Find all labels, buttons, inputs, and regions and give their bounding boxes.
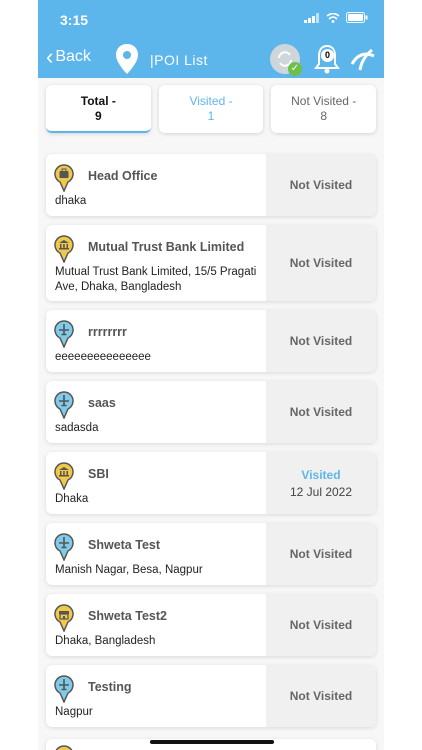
back-button[interactable]: ‹ Back [46,44,91,69]
poi-status-label: Not Visited [289,178,353,192]
chevron-left-icon: ‹ [46,44,54,69]
poi-card-head-office[interactable]: Head Office dhaka Not Visited [46,154,376,216]
status-icons [304,12,368,23]
tab-not-visited[interactable]: Not Visited - 8 [271,85,377,133]
poi-status: Visited 12 Jul 2022 [266,452,376,514]
briefcase-pin-icon [55,745,73,750]
app-header: 3:15 ‹ Back |POI List ✓ 0 [38,0,384,78]
notification-count-badge: 0 [321,49,334,62]
tab-visited-count: 1 [207,109,215,123]
poi-name: SBI [88,467,109,481]
poi-info: Shweta Test Manish Nagar, Besa, Nagpur [46,523,266,585]
poi-info: SBI Dhaka [46,452,266,514]
poi-card-mutual-trust-bank[interactable]: Mutual Trust Bank Limited Mutual Trust B… [46,225,376,301]
poi-name: Head Office [88,169,158,183]
brand-logo-icon [350,48,375,71]
poi-address: sadasda [55,422,99,434]
poi-card-rrrrrrrr[interactable]: rrrrrrrr eeeeeeeeeeeeeee Not Visited [46,310,376,372]
poi-name: rrrrrrrr [88,325,127,339]
poi-info: Head Office dhaka [46,154,266,216]
poi-pin-icon [116,44,138,74]
tab-total-count: 9 [94,109,102,123]
poi-card-shweta-test2[interactable]: Shweta Test2 Dhaka, Bangladesh Not Visit… [46,594,376,656]
filter-tabs: Total - 9 Visited - 1 Not Visited - 8 [46,85,377,133]
poi-status: Not Visited [266,154,376,216]
poi-status: Not Visited [266,310,376,372]
poi-info: Shweta Test2 Dhaka, Bangladesh [46,594,266,656]
poi-name: Shweta Test [88,538,161,552]
poi-status: Not Visited [266,594,376,656]
tab-not-visited-count: 8 [320,109,328,123]
poi-status: Not Visited [266,381,376,443]
tab-total[interactable]: Total - 9 [46,85,151,133]
sync-done-icon: ✓ [288,62,302,76]
back-label: Back [55,48,91,65]
plane-pin-icon [54,675,74,703]
poi-status-label: Not Visited [289,618,353,632]
bank-pin-icon [54,462,74,490]
poi-status: Not Visited [266,225,376,301]
poi-card-sbi[interactable]: SBI Dhaka Visited 12 Jul 2022 [46,452,376,514]
poi-status: Not Visited [266,665,376,727]
poi-info: saas sadasda [46,381,266,443]
poi-status-label: Not Visited [289,689,353,703]
poi-address: Dhaka, Bangladesh [55,635,156,647]
tab-not-visited-label: Not Visited - [291,94,357,108]
poi-info: rrrrrrrr eeeeeeeeeeeeeee [46,310,266,372]
poi-status-label: Visited [301,467,341,482]
poi-visit-date: 12 Jul 2022 [289,484,353,499]
shop-pin-icon [54,604,74,632]
plane-pin-icon [54,533,74,561]
tab-visited-label: Visited - [189,94,233,108]
poi-card-saas[interactable]: saas sadasda Not Visited [46,381,376,443]
home-indicator[interactable] [150,740,274,744]
bank-pin-icon [54,235,74,263]
poi-address: eeeeeeeeeeeeeee [55,351,151,363]
poi-status-label: Not Visited [289,334,353,348]
battery-icon [346,12,368,23]
poi-status: Not Visited [266,523,376,585]
phone-screen: 3:15 ‹ Back |POI List ✓ 0 Total - 9 Visi… [38,0,384,750]
poi-info: Mutual Trust Bank Limited Mutual Trust B… [46,225,266,301]
tab-visited[interactable]: Visited - 1 [158,85,264,133]
poi-address: Dhaka [55,493,89,505]
plane-pin-icon [54,391,74,419]
poi-card-testing[interactable]: Testing Nagpur Not Visited [46,665,376,727]
poi-name: saas [88,396,116,410]
plane-pin-icon [54,320,74,348]
poi-status-label: Not Visited [289,405,353,419]
signal-icon [304,12,319,23]
poi-status-label: Not Visited [289,547,353,561]
poi-status-label: Not Visited [289,256,353,270]
poi-card-shweta-test[interactable]: Shweta Test Manish Nagar, Besa, Nagpur N… [46,523,376,585]
poi-address: Mutual Trust Bank Limited, 15/5 Pragati … [55,266,257,293]
poi-address: Manish Nagar, Besa, Nagpur [55,564,203,576]
poi-address: dhaka [55,195,87,207]
poi-name: Testing [88,680,132,694]
tab-total-label: Total - [80,94,116,108]
briefcase-pin-icon [54,164,74,192]
wifi-icon [326,12,340,23]
page-title: |POI List [150,52,208,68]
status-time: 3:15 [60,12,89,28]
sync-button[interactable]: ✓ [270,44,302,76]
poi-name: Mutual Trust Bank Limited [88,240,245,254]
poi-info: Testing Nagpur [46,665,266,727]
poi-address: Nagpur [55,706,93,718]
poi-name: Shweta Test2 [88,609,167,623]
